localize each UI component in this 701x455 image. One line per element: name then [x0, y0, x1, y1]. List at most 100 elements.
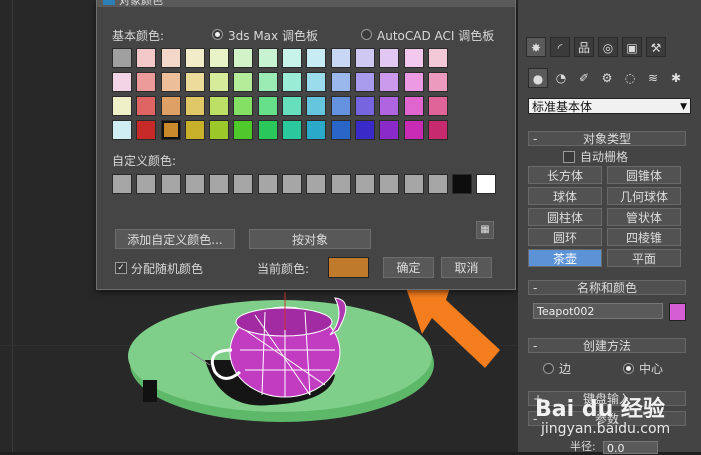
random-color-checkbox[interactable]: ✓	[115, 262, 127, 274]
basic-color-swatch[interactable]	[282, 96, 303, 116]
basic-color-swatch[interactable]	[209, 96, 230, 116]
basic-color-swatch[interactable]	[209, 72, 230, 92]
basic-color-swatch[interactable]	[379, 120, 400, 140]
hierarchy-tab[interactable]: 品	[574, 37, 594, 57]
basic-color-swatch[interactable]	[379, 96, 400, 116]
basic-color-swatch[interactable]	[427, 96, 448, 116]
object-type-button[interactable]: 圆柱体	[528, 207, 602, 226]
basic-color-swatch[interactable]	[160, 72, 181, 92]
basic-color-swatch[interactable]	[427, 48, 448, 68]
custom-color-swatch[interactable]	[282, 174, 303, 194]
basic-color-swatch[interactable]	[330, 48, 351, 68]
basic-color-swatch[interactable]	[403, 72, 424, 92]
custom-color-swatch[interactable]	[184, 174, 205, 194]
basic-color-swatch[interactable]	[403, 48, 424, 68]
basic-color-swatch[interactable]	[354, 120, 375, 140]
object-type-button[interactable]: 几何球体	[607, 186, 681, 205]
custom-color-swatch[interactable]	[209, 174, 230, 194]
object-color-swatch[interactable]	[669, 303, 686, 321]
basic-color-swatch[interactable]	[306, 96, 327, 116]
object-type-button[interactable]: 球体	[528, 186, 602, 205]
systems-subtab[interactable]: ✱	[666, 68, 686, 88]
autogrid-checkbox[interactable]	[563, 151, 575, 163]
utilities-tab[interactable]: ⚒	[646, 37, 666, 57]
basic-color-swatch[interactable]	[330, 72, 351, 92]
category-dropdown[interactable]: 标准基本体 ▼	[528, 98, 691, 114]
basic-color-swatch[interactable]	[330, 96, 351, 116]
object-type-button[interactable]: 平面	[607, 249, 681, 268]
palette-3dsmax-radio[interactable]	[212, 29, 223, 40]
basic-color-swatch[interactable]	[112, 120, 132, 140]
basic-color-swatch[interactable]	[354, 48, 375, 68]
geometry-subtab[interactable]: ●	[528, 68, 548, 88]
custom-color-swatch[interactable]	[257, 174, 278, 194]
basic-color-swatch[interactable]	[136, 96, 157, 116]
basic-color-swatch[interactable]	[379, 72, 400, 92]
shapes-subtab[interactable]: ◔	[551, 68, 571, 88]
custom-color-swatch[interactable]	[403, 174, 424, 194]
custom-color-swatch[interactable]	[452, 174, 473, 194]
object-type-button[interactable]: 圆环	[528, 228, 602, 247]
basic-color-swatch[interactable]	[209, 120, 230, 140]
by-object-button[interactable]: 按对象	[249, 229, 371, 249]
custom-color-swatch[interactable]	[354, 174, 375, 194]
basic-color-swatch[interactable]	[257, 96, 278, 116]
basic-color-swatch[interactable]	[379, 48, 400, 68]
object-name-input[interactable]: Teapot002	[533, 303, 663, 319]
basic-color-swatch[interactable]	[184, 48, 205, 68]
display-tab[interactable]: ▣	[622, 37, 642, 57]
basic-color-swatch[interactable]	[403, 96, 424, 116]
basic-color-swatch[interactable]	[136, 120, 157, 140]
basic-color-swatch[interactable]	[233, 72, 254, 92]
object-type-rollout[interactable]: - 对象类型	[528, 131, 686, 146]
helpers-subtab[interactable]: ◌	[620, 68, 640, 88]
ok-button[interactable]: 确定	[383, 257, 434, 278]
basic-color-swatch[interactable]	[112, 72, 132, 92]
basic-color-swatch[interactable]	[403, 120, 424, 140]
basic-color-swatch[interactable]	[160, 96, 181, 116]
basic-color-swatch[interactable]	[233, 48, 254, 68]
basic-color-swatch[interactable]	[184, 120, 205, 140]
basic-color-swatch[interactable]	[282, 72, 303, 92]
basic-color-swatch[interactable]	[233, 120, 254, 140]
cameras-subtab[interactable]: ⚙	[597, 68, 617, 88]
basic-color-swatch[interactable]	[160, 120, 181, 140]
basic-color-swatch[interactable]	[184, 72, 205, 92]
basic-color-swatch[interactable]	[233, 96, 254, 116]
basic-color-swatch[interactable]	[306, 120, 327, 140]
cancel-button[interactable]: 取消	[441, 257, 492, 278]
creation-method-rollout[interactable]: - 创建方法	[528, 338, 686, 353]
object-type-button[interactable]: 四棱锥	[607, 228, 681, 247]
basic-color-swatch[interactable]	[112, 96, 132, 116]
custom-color-swatch[interactable]	[233, 174, 254, 194]
basic-color-swatch[interactable]	[427, 120, 448, 140]
custom-color-swatch[interactable]	[427, 174, 448, 194]
basic-color-swatch[interactable]	[282, 48, 303, 68]
object-type-button[interactable]: 圆锥体	[607, 166, 681, 184]
lights-subtab[interactable]: ✐	[574, 68, 594, 88]
palette-autocad-radio[interactable]	[361, 29, 372, 40]
custom-color-swatch[interactable]	[160, 174, 181, 194]
name-color-rollout[interactable]: - 名称和颜色	[528, 280, 686, 295]
pick-screen-color-button[interactable]: ▦	[476, 221, 494, 239]
custom-color-swatch[interactable]	[112, 174, 132, 194]
add-custom-color-button[interactable]: 添加自定义颜色...	[115, 229, 235, 249]
basic-color-swatch[interactable]	[257, 72, 278, 92]
basic-color-swatch[interactable]	[160, 48, 181, 68]
basic-color-swatch[interactable]	[209, 48, 230, 68]
basic-color-swatch[interactable]	[112, 48, 132, 68]
basic-color-swatch[interactable]	[136, 48, 157, 68]
basic-color-swatch[interactable]	[354, 96, 375, 116]
custom-color-swatch[interactable]	[306, 174, 327, 194]
creation-center-radio[interactable]	[623, 363, 634, 374]
object-type-button[interactable]: 管状体	[607, 207, 681, 226]
basic-color-swatch[interactable]	[306, 48, 327, 68]
basic-color-swatch[interactable]	[306, 72, 327, 92]
modify-tab[interactable]: ◜	[550, 37, 570, 57]
basic-color-swatch[interactable]	[257, 48, 278, 68]
custom-color-swatch[interactable]	[330, 174, 351, 194]
basic-color-swatch[interactable]	[136, 72, 157, 92]
basic-color-swatch[interactable]	[184, 96, 205, 116]
object-type-button[interactable]: 茶壶	[528, 249, 602, 268]
object-type-button[interactable]: 长方体	[528, 166, 602, 184]
